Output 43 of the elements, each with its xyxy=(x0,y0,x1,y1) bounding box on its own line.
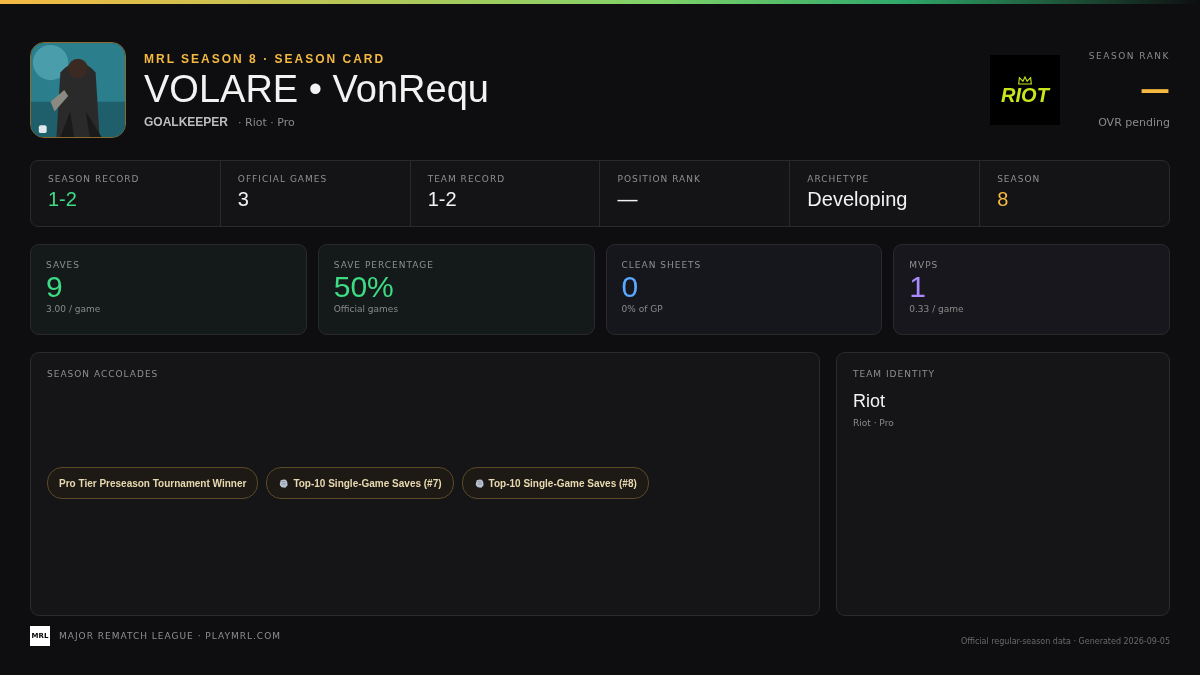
stat-value: 1-2 xyxy=(48,188,78,211)
stat-note: Official games xyxy=(333,304,400,314)
stat-value: 50% xyxy=(333,270,395,304)
stat-value: 9 xyxy=(46,270,64,304)
stat-label: POSITION RANK xyxy=(617,174,702,184)
stat-label: OFFICIAL GAMES xyxy=(237,174,329,184)
league-brand: MAJOR REMATCH LEAGUE · PLAYMRL.COM xyxy=(59,631,282,641)
stat-value: 1 xyxy=(909,270,927,304)
panel-title: SEASON ACCOLADES xyxy=(47,369,160,379)
team-subtitle: Riot · Pro xyxy=(853,418,895,428)
glove-icon xyxy=(473,477,485,489)
stat-label: SAVE PERCENTAGE xyxy=(333,260,435,270)
stat-value: 8 xyxy=(997,188,1010,211)
stat-note: 0.33 / game xyxy=(909,304,965,314)
stat-value: 0 xyxy=(621,270,640,304)
stat-label: TEAM RECORD xyxy=(427,174,507,184)
stat-label: SEASON RECORD xyxy=(48,174,141,184)
stat-value: 3 xyxy=(237,188,250,211)
team-name: Riot xyxy=(853,391,886,412)
player-title: VOLARE • VonRequ xyxy=(144,67,490,111)
team-line: · Riot · Pro xyxy=(238,115,295,129)
stat-value: — xyxy=(617,188,639,211)
stat-value: Developing xyxy=(807,188,909,211)
accolade-badge: Top-10 Single-Game Saves (#8) xyxy=(461,467,649,499)
rank-value: — xyxy=(1140,76,1170,101)
accolade-badge: Top-10 Single-Game Saves (#7) xyxy=(266,467,454,499)
glove-icon xyxy=(278,477,290,489)
rank-note: OVR pending xyxy=(1098,116,1170,129)
accolade-badge: Pro Tier Preseason Tournament Winner xyxy=(47,467,259,499)
panel-title: TEAM IDENTITY xyxy=(853,369,937,379)
data-note: Official regular-season data · Generated 2026-09-05 xyxy=(960,636,1170,646)
stat-note: 3.00 / game xyxy=(46,304,102,314)
stat-note: 0% of GP xyxy=(621,304,664,314)
stat-label: SAVES xyxy=(46,260,82,270)
stat-label: CLEAN SHEETS xyxy=(621,260,703,270)
stat-label: ARCHETYPE xyxy=(807,174,871,184)
card-eyebrow: MRL SEASON 8 · SEASON CARD xyxy=(144,51,387,66)
team-logo: RIOT xyxy=(990,55,1060,125)
position-label: GOALKEEPER xyxy=(144,114,228,129)
rank-label: SEASON RANK xyxy=(1088,51,1170,61)
stat-value: 1-2 xyxy=(427,188,458,211)
stat-label: SEASON xyxy=(997,174,1042,184)
stat-label: MVPS xyxy=(909,260,940,270)
